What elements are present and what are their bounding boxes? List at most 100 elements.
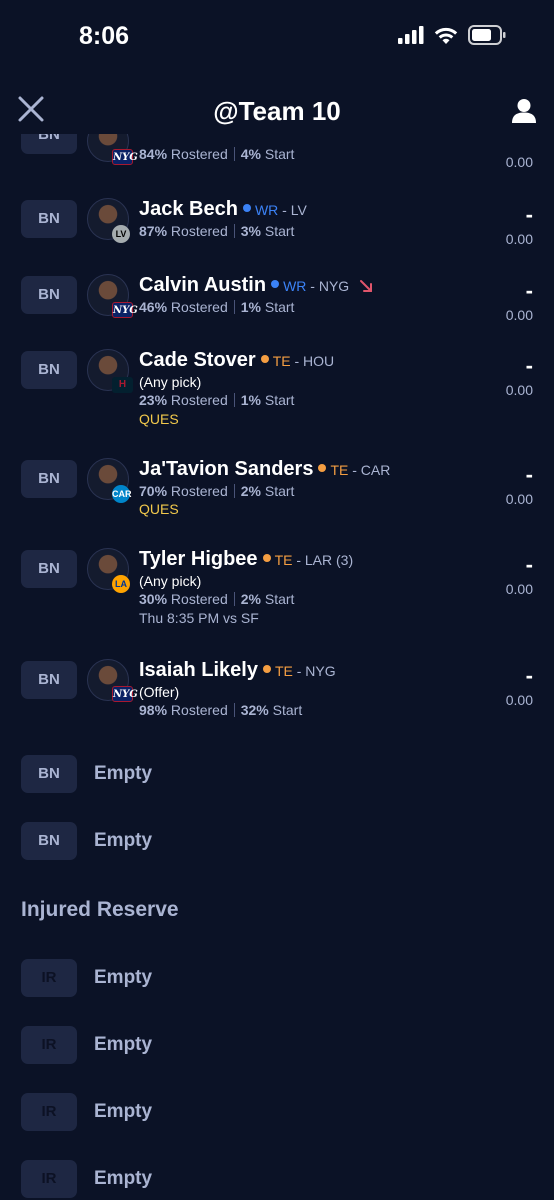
team-logo: LA	[112, 575, 130, 593]
empty-slot-label[interactable]: Empty	[94, 830, 152, 852]
player-note: (Offer)	[139, 684, 180, 700]
injury-status: QUES	[139, 411, 179, 427]
player-row[interactable]: BN CAR Ja'Tavion Sanders TE - CAR 70% Ros…	[0, 456, 554, 534]
player-team: - HOU	[290, 353, 335, 369]
player-row[interactable]: BN NYG 84% Rostered 4% Start 0.00	[0, 134, 554, 180]
player-team: - CAR	[348, 462, 391, 478]
player-projection: -	[525, 353, 533, 378]
player-stats: 84% Rostered 4% Start	[139, 146, 295, 162]
position-dot	[262, 553, 271, 562]
injury-status: QUES	[139, 501, 179, 517]
ir-slot-row[interactable]: IR Empty	[0, 1160, 554, 1200]
ir-slot-row[interactable]: IR Empty	[0, 1026, 554, 1066]
ir-slot-row[interactable]: IR Empty	[0, 1093, 554, 1133]
slot-badge[interactable]: BN	[21, 351, 77, 389]
trend-down-icon	[359, 279, 372, 292]
slot-badge[interactable]: BN	[21, 276, 77, 314]
player-name[interactable]: Cade Stover	[139, 349, 256, 371]
player-name-line: Cade Stover TE - HOU	[139, 349, 334, 372]
player-note: (Any pick)	[139, 573, 202, 589]
player-team: - LAR (3)	[292, 552, 354, 568]
team-logo: NYG	[112, 686, 138, 702]
player-projection: -	[525, 462, 533, 487]
player-name-line: Ja'Tavion Sanders TE - CAR	[139, 458, 390, 481]
team-logo: LV	[112, 225, 130, 243]
player-name[interactable]: Jack Bech	[139, 198, 238, 220]
player-team: - NYG	[292, 663, 336, 679]
player-score: 0.00	[505, 581, 533, 597]
team-logo: NYG	[112, 302, 138, 318]
position-dot	[242, 203, 251, 212]
slot-badge[interactable]: BN	[21, 661, 77, 699]
wifi-icon	[434, 27, 458, 44]
player-stats: 98% Rostered 32% Start	[139, 702, 303, 718]
player-score: 0.00	[505, 382, 533, 398]
player-name[interactable]: Isaiah Likely	[139, 659, 258, 681]
player-name[interactable]: Ja'Tavion Sanders	[139, 458, 313, 480]
player-stats: 23% Rostered 1% Start	[139, 392, 295, 408]
player-name[interactable]: Calvin Austin	[139, 274, 266, 296]
player-note: (Any pick)	[139, 374, 202, 390]
team-logo: NYG	[112, 149, 138, 165]
slot-badge[interactable]: BN	[21, 460, 77, 498]
game-info: Thu 8:35 PM vs SF	[139, 610, 259, 626]
position-dot	[260, 354, 269, 363]
player-projection: -	[525, 663, 533, 688]
status-time: 8:06	[79, 22, 130, 50]
profile-icon[interactable]	[512, 98, 536, 124]
player-stats: 46% Rostered 1% Start	[139, 299, 295, 315]
player-row[interactable]: BN NYG Calvin Austin WR - NYG 46% Rostere…	[0, 272, 554, 332]
slot-badge[interactable]: IR	[21, 1026, 77, 1064]
player-score: 0.00	[505, 491, 533, 507]
status-icons	[398, 25, 506, 45]
player-name-line: Tyler Higbee TE - LAR (3)	[139, 548, 353, 571]
player-score: 0.00	[505, 154, 533, 170]
player-score: 0.00	[505, 692, 533, 708]
slot-badge[interactable]: BN	[21, 134, 77, 154]
slot-badge[interactable]: BN	[21, 755, 77, 793]
player-name-line: Jack Bech WR - LV	[139, 198, 307, 221]
ir-slot-row[interactable]: IR Empty	[0, 959, 554, 999]
team-logo: H	[112, 377, 133, 393]
player-position: WR	[254, 202, 279, 218]
player-stats: 30% Rostered 2% Start	[139, 591, 295, 607]
player-stats: 70% Rostered 2% Start	[139, 483, 295, 499]
player-score: 0.00	[505, 307, 533, 323]
player-position: TE	[272, 353, 291, 369]
player-row[interactable]: BN LV Jack Bech WR - LV 87% Rostered 3% St…	[0, 196, 554, 256]
slot-badge[interactable]: IR	[21, 1093, 77, 1131]
player-name-line: Calvin Austin WR - NYG	[139, 274, 373, 297]
battery-icon	[468, 25, 506, 45]
player-stats: 87% Rostered 3% Start	[139, 223, 295, 239]
player-row[interactable]: BN H Cade Stover TE - HOU (Any pick) 23% …	[0, 347, 554, 443]
player-projection: -	[525, 278, 533, 303]
slot-badge[interactable]: BN	[21, 550, 77, 588]
player-position: TE	[330, 462, 349, 478]
status-bar: 8:06	[0, 0, 554, 76]
empty-slot-label[interactable]: Empty	[94, 1168, 152, 1190]
player-team: - NYG	[306, 278, 350, 294]
player-projection: -	[525, 552, 533, 577]
empty-slot-row[interactable]: BN Empty	[0, 755, 554, 795]
empty-slot-row[interactable]: BN Empty	[0, 822, 554, 862]
slot-badge[interactable]: BN	[21, 822, 77, 860]
empty-slot-label[interactable]: Empty	[94, 763, 152, 785]
slot-badge[interactable]: IR	[21, 1160, 77, 1198]
player-position: TE	[274, 552, 293, 568]
player-name-line: Isaiah Likely TE - NYG	[139, 659, 336, 682]
player-name[interactable]: Tyler Higbee	[139, 548, 258, 570]
player-position: TE	[274, 663, 293, 679]
empty-slot-label[interactable]: Empty	[94, 1034, 152, 1056]
player-row[interactable]: BN NYG Isaiah Likely TE - NYG (Offer) 98%…	[0, 657, 554, 735]
empty-slot-label[interactable]: Empty	[94, 967, 152, 989]
player-score: 0.00	[505, 231, 533, 247]
page-title: @Team 10	[213, 96, 341, 126]
position-dot	[262, 664, 271, 673]
position-dot	[318, 463, 327, 472]
player-projection: -	[525, 202, 533, 227]
player-row[interactable]: BN LA Tyler Higbee TE - LAR (3) (Any pick…	[0, 546, 554, 642]
cellular-signal-icon	[398, 26, 424, 44]
empty-slot-label[interactable]: Empty	[94, 1101, 152, 1123]
slot-badge[interactable]: BN	[21, 200, 77, 238]
slot-badge[interactable]: IR	[21, 959, 77, 997]
